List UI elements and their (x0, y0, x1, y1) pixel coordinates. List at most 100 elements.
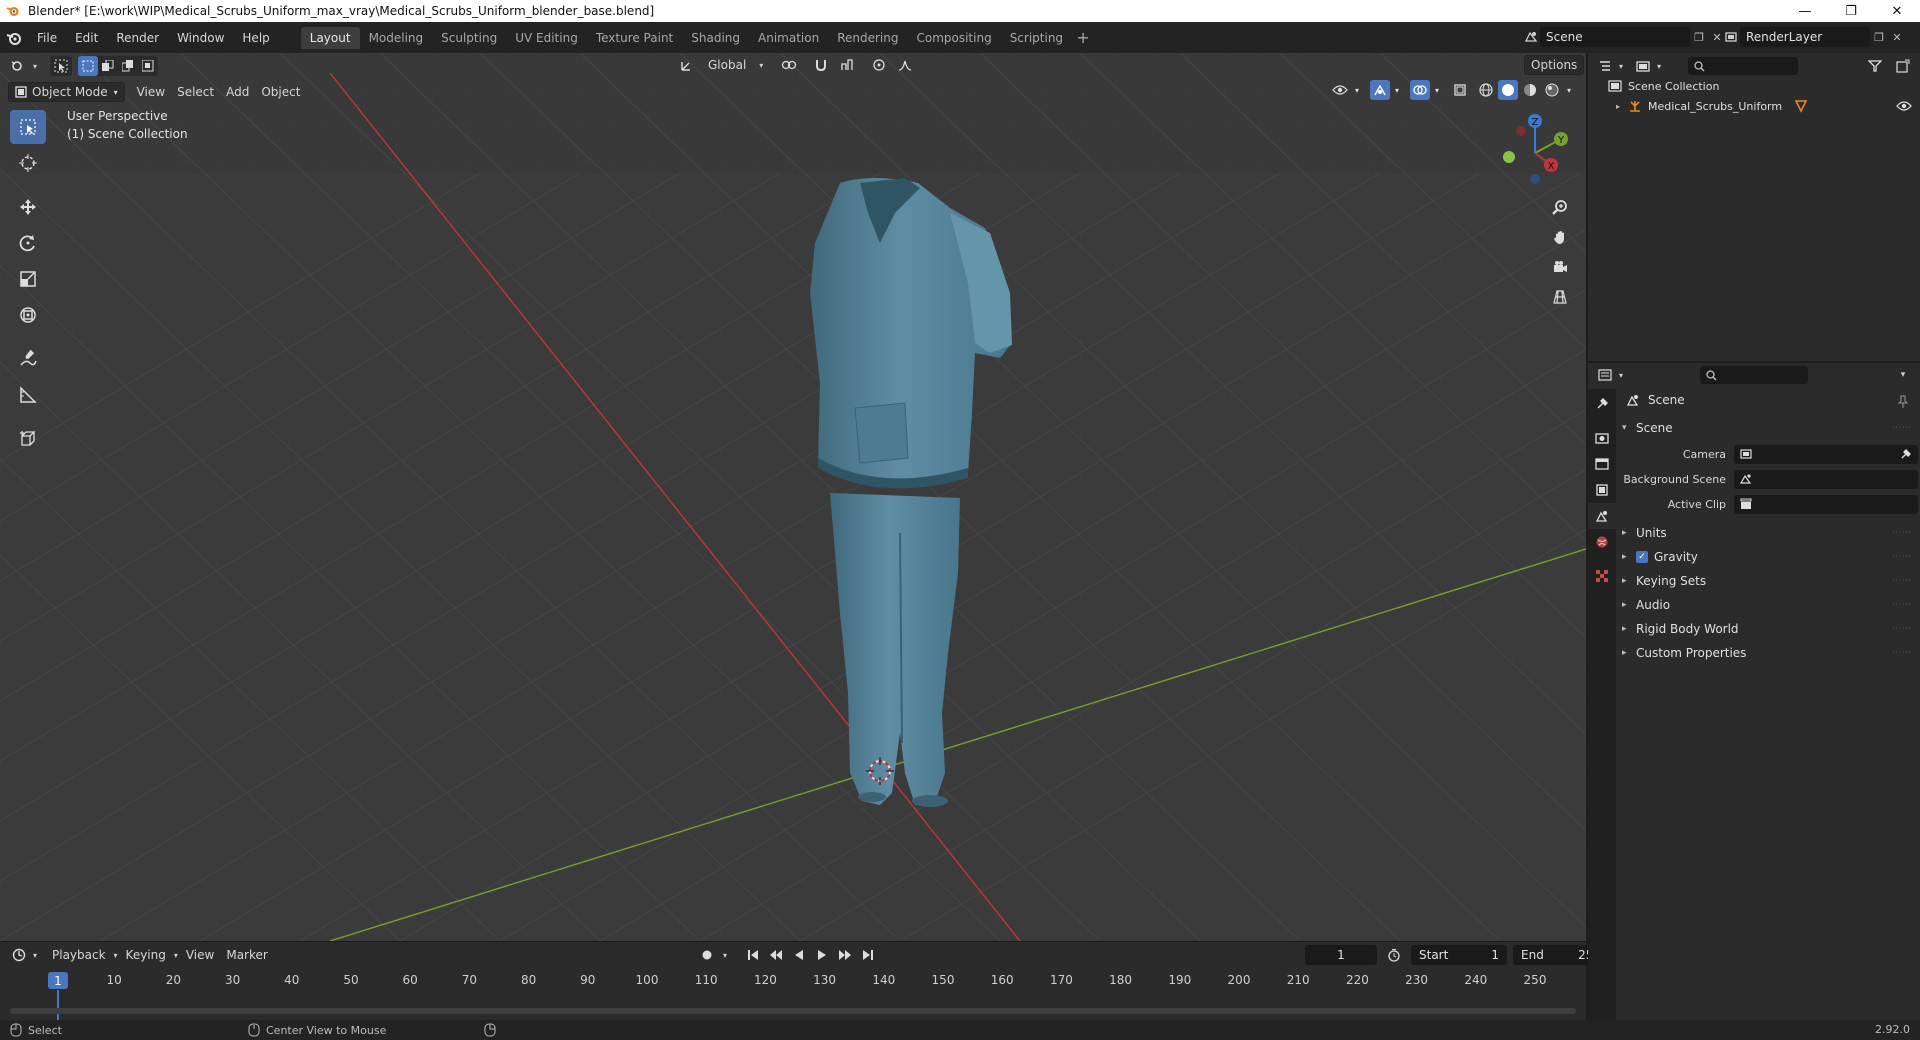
tab-modeling[interactable]: Modeling (360, 27, 433, 49)
current-frame-field[interactable]: 1 (1305, 945, 1377, 965)
editor-type-icon[interactable] (8, 56, 30, 76)
eyedropper-icon[interactable] (1900, 448, 1912, 460)
camera-field[interactable] (1734, 444, 1918, 464)
proportional-edit-icon[interactable] (868, 55, 890, 75)
tab-world[interactable] (1588, 529, 1616, 555)
background-scene-field[interactable] (1734, 469, 1918, 489)
remove-layer-icon[interactable]: ✕ (1888, 28, 1906, 46)
scene-name-field[interactable]: Scene (1540, 27, 1690, 47)
eye-visibility-icon[interactable] (1896, 100, 1912, 112)
outliner-editor-icon[interactable] (1594, 56, 1616, 76)
tab-tool[interactable] (1588, 391, 1616, 417)
solid-shading-icon[interactable] (1498, 80, 1518, 100)
gravity-checkbox[interactable]: ✓ (1636, 551, 1648, 563)
tab-shading[interactable]: Shading (682, 27, 749, 49)
orientation-chevron-icon[interactable]: ▾ (756, 55, 766, 75)
menu-timeline-view[interactable]: View (180, 945, 220, 965)
jump-end-icon[interactable] (858, 945, 878, 965)
panel-units-drag-icon[interactable]: ⋯⋯ (1892, 528, 1912, 538)
visibility-chevron-icon[interactable]: ▾ (1352, 80, 1362, 100)
select-extend-icon[interactable] (98, 56, 118, 76)
filter-icon[interactable] (1864, 56, 1886, 76)
play-icon[interactable] (812, 945, 832, 965)
timeline-ruler[interactable]: 1 10 20 30 40 50 60 70 80 90 100 110 120 130 140 150 16… (0, 968, 1586, 996)
tab-uv-editing[interactable]: UV Editing (506, 27, 587, 49)
tab-texture-paint[interactable]: Texture Paint (587, 27, 682, 49)
new-scene-icon[interactable]: ❐ (1690, 28, 1708, 46)
timeline-editor-icon[interactable] (8, 945, 30, 965)
menu-keying[interactable]: Keying (120, 945, 172, 965)
menu-select[interactable]: Select (171, 82, 220, 102)
add-cube-tool[interactable] (10, 422, 46, 456)
menu-add[interactable]: Add (220, 82, 255, 102)
panel-keying-drag-icon[interactable]: ⋯⋯ (1892, 576, 1912, 586)
properties-editor-icon[interactable] (1594, 365, 1616, 385)
panel-gravity[interactable]: ▸ ✓ Gravity ⋯⋯ (1622, 546, 1918, 568)
tab-render[interactable] (1588, 425, 1616, 451)
viewport-canvas[interactable] (0, 53, 1586, 941)
menu-window[interactable]: Window (168, 26, 233, 50)
scale-tool[interactable] (10, 262, 46, 296)
expand-arrow-icon[interactable]: ▸ (1616, 102, 1628, 111)
properties-options-icon[interactable]: ▾ (1892, 365, 1914, 385)
panel-keying-sets[interactable]: ▸ Keying Sets ⋯⋯ (1622, 570, 1918, 592)
panel-audio-drag-icon[interactable]: ⋯⋯ (1892, 600, 1912, 610)
jump-start-icon[interactable] (743, 945, 763, 965)
falloff-icon[interactable] (894, 55, 916, 75)
panel-custom-drag-icon[interactable]: ⋯⋯ (1892, 648, 1912, 658)
play-reverse-icon[interactable] (789, 945, 809, 965)
outliner-search-input[interactable] (1688, 57, 1798, 75)
tab-sculpting[interactable]: Sculpting (432, 27, 506, 49)
new-collection-icon[interactable] (1892, 56, 1914, 76)
move-tool[interactable] (10, 190, 46, 224)
wireframe-shading-icon[interactable] (1476, 80, 1496, 100)
orientation-icon[interactable] (676, 55, 698, 75)
outliner-row-object[interactable]: ▸ Medical_Scrubs_Uniform (1588, 96, 1920, 116)
select-subtract-icon[interactable] (118, 56, 138, 76)
display-mode-icon[interactable] (1632, 56, 1654, 76)
menu-file[interactable]: File (28, 26, 66, 50)
render-layer-field[interactable]: RenderLayer (1740, 27, 1870, 47)
tab-compositing[interactable]: Compositing (907, 27, 1000, 49)
select-invert-icon[interactable] (138, 56, 158, 76)
record-chevron-icon[interactable]: ▾ (720, 945, 730, 965)
select-tool-icon[interactable] (50, 56, 72, 76)
menu-object[interactable]: Object (255, 82, 306, 102)
outliner-chevron-icon[interactable]: ▾ (1616, 56, 1626, 76)
menu-render[interactable]: Render (107, 26, 168, 50)
tab-scene[interactable] (1588, 503, 1616, 529)
add-workspace-button[interactable]: + (1072, 28, 1094, 47)
overlay-chevron-icon[interactable]: ▾ (1432, 80, 1442, 100)
rendered-shading-icon[interactable] (1542, 80, 1562, 100)
pin-icon[interactable] (1896, 395, 1910, 409)
panel-scene[interactable]: ▾ Scene ⋯⋯ (1622, 417, 1918, 439)
transform-tool[interactable] (10, 298, 46, 332)
minimize-button[interactable]: — (1782, 0, 1828, 22)
menu-marker[interactable]: Marker (220, 945, 273, 965)
options-dropdown[interactable]: Options (1524, 55, 1585, 75)
tab-output[interactable] (1588, 451, 1616, 477)
editor-type-dropdown-icon[interactable]: ▾ (30, 56, 40, 76)
tab-animation[interactable]: Animation (749, 27, 828, 49)
current-frame-indicator[interactable]: 1 (48, 972, 68, 989)
panel-audio[interactable]: ▸ Audio ⋯⋯ (1622, 594, 1918, 616)
gizmo-chevron-icon[interactable]: ▾ (1392, 80, 1402, 100)
pan-hand-icon[interactable] (1546, 223, 1574, 251)
next-keyframe-icon[interactable] (835, 945, 855, 965)
cursor-tool[interactable] (10, 146, 46, 180)
select-box-tool[interactable] (10, 110, 46, 144)
panel-drag-handle-icon[interactable]: ⋯⋯ (1892, 423, 1912, 433)
zoom-icon[interactable] (1546, 193, 1574, 221)
visibility-icon[interactable] (1330, 80, 1350, 100)
menu-view[interactable]: View (131, 82, 171, 102)
timeline-scrollbar[interactable] (10, 1008, 1576, 1014)
prev-keyframe-icon[interactable] (766, 945, 786, 965)
menu-help[interactable]: Help (233, 26, 278, 50)
panel-custom-properties[interactable]: ▸ Custom Properties ⋯⋯ (1622, 642, 1918, 664)
3d-viewport[interactable]: User Perspective (1) Scene Collection Z … (0, 53, 1586, 941)
tab-texture[interactable] (1588, 563, 1616, 589)
record-icon[interactable] (697, 945, 717, 965)
menu-playback[interactable]: Playback (46, 945, 112, 965)
overlay-toggle-icon[interactable] (1410, 80, 1430, 100)
orientation-dropdown[interactable]: Global (702, 55, 752, 75)
